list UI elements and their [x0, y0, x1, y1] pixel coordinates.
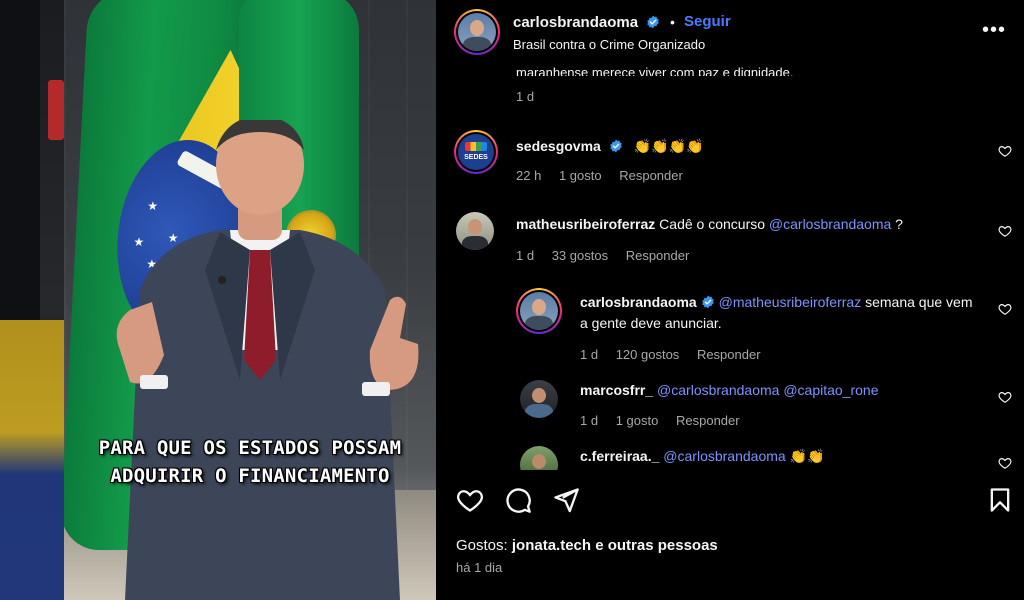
comment-item: matheusribeiroferraz Cadê o concurso @ca…: [436, 208, 1024, 268]
heart-icon[interactable]: [456, 486, 484, 514]
comment-time[interactable]: 1 d: [580, 413, 598, 428]
comment-meta: 1 d 120 gostos Responder: [580, 347, 775, 362]
comment-body: sedesgovma 👏👏👏👏: [516, 136, 703, 157]
post-location[interactable]: Brasil contra o Crime Organizado: [513, 37, 705, 52]
comment-like-icon[interactable]: [998, 390, 1012, 404]
likes-user[interactable]: jonata.tech: [512, 537, 591, 554]
send-icon[interactable]: [552, 486, 580, 514]
mention-link[interactable]: @matheusribeiroferraz: [719, 294, 862, 310]
comment-icon[interactable]: [504, 486, 532, 514]
post-time[interactable]: há 1 dia: [456, 560, 502, 575]
author-username[interactable]: carlosbrandaoma: [513, 14, 638, 31]
backdrop-red-shape: [48, 80, 64, 140]
caption-line-1: PARA QUE OS ESTADOS POSSAM: [98, 437, 402, 459]
reply-button[interactable]: Responder: [619, 168, 683, 183]
likes-summary[interactable]: Gostos: jonata.tech e outras pessoas: [456, 537, 718, 554]
more-options-icon[interactable]: •••: [982, 20, 1006, 40]
comment-meta: 1 d 1 gosto Responder: [580, 413, 754, 428]
comment-like-icon[interactable]: [998, 144, 1012, 158]
reply-item: c.ferreiraa._ @carlosbrandaoma 👏👏: [436, 444, 1024, 470]
comment-likes[interactable]: 120 gostos: [616, 347, 680, 362]
comment-meta: 22 h 1 gosto Responder: [516, 168, 697, 183]
comment-username[interactable]: marcosfrr_: [580, 382, 653, 398]
post-video[interactable]: ★ ★ ★ ★ ★: [64, 0, 436, 600]
post-header: carlosbrandaoma • Seguir Brasil contra o…: [436, 0, 1024, 64]
verified-badge-icon: [610, 139, 623, 153]
mention-link[interactable]: @capitao_rone: [783, 382, 878, 398]
comment-body: carlosbrandaoma @matheusribeiroferraz se…: [580, 292, 980, 334]
blurred-backdrop: [0, 0, 64, 600]
comment-likes[interactable]: 1 gosto: [616, 413, 659, 428]
comment-username[interactable]: carlosbrandaoma: [580, 294, 697, 310]
comment-time[interactable]: 1 d: [580, 347, 598, 362]
follow-button[interactable]: Seguir: [684, 13, 731, 30]
truncated-comment-time: 1 d: [516, 89, 535, 104]
likes-suffix[interactable]: e outras pessoas: [591, 537, 718, 554]
reply-button[interactable]: Responder: [697, 347, 761, 362]
comment-item: SEDES sedesgovma 👏👏👏👏 22 h 1 gosto Respo…: [436, 128, 1024, 188]
comment-body: matheusribeiroferraz Cadê o concurso @ca…: [516, 214, 996, 235]
speaker-figure: [100, 120, 420, 600]
comment-likes[interactable]: 1 gosto: [559, 168, 602, 183]
comment-meta: 1 d 33 gostos Responder: [516, 248, 703, 263]
comment-time[interactable]: 1 d: [516, 248, 534, 263]
caption-line-2: ADQUIRIR O FINANCIAMENTO: [110, 465, 390, 487]
comment-like-icon[interactable]: [998, 224, 1012, 238]
mention-link[interactable]: @carlosbrandaoma: [657, 382, 779, 398]
backdrop-dark-area: [0, 0, 40, 320]
mention-link[interactable]: @carlosbrandaoma: [769, 216, 891, 232]
reply-item: marcosfrr_ @carlosbrandaoma @capitao_ron…: [436, 378, 1024, 434]
commenter-avatar[interactable]: [520, 446, 558, 470]
backdrop-flag-strip: [0, 320, 64, 600]
speaker-illustration: [116, 120, 419, 600]
comment-likes[interactable]: 33 gostos: [552, 248, 608, 263]
truncated-comment: maranhense merece viver com paz e dignid…: [516, 62, 793, 76]
comment-like-icon[interactable]: [998, 302, 1012, 316]
comment-text: 👏👏👏👏: [633, 138, 704, 154]
comment-username[interactable]: c.ferreiraa._: [580, 448, 659, 464]
comment-text: Cadê o concurso: [659, 216, 769, 232]
comment-username[interactable]: matheusribeiroferraz: [516, 216, 655, 232]
mention-link[interactable]: @carlosbrandaoma: [663, 448, 785, 464]
likes-prefix: Gostos:: [456, 537, 512, 554]
author-username-row[interactable]: carlosbrandaoma: [513, 14, 660, 31]
comments-panel: carlosbrandaoma • Seguir Brasil contra o…: [436, 0, 1024, 600]
author-avatar[interactable]: [454, 9, 500, 55]
comment-body: marcosfrr_ @carlosbrandaoma @capitao_ron…: [580, 380, 1000, 401]
verified-badge-icon: [647, 15, 659, 29]
commenter-avatar[interactable]: SEDES: [454, 130, 498, 174]
comment-username[interactable]: sedesgovma: [516, 138, 601, 154]
verified-badge-icon: [701, 295, 714, 309]
reply-button[interactable]: Responder: [676, 413, 740, 428]
truncated-comment-text: maranhense merece viver com paz e dignid…: [516, 65, 794, 76]
post-actions: [436, 484, 1024, 516]
comment-text-tail: ?: [891, 216, 903, 232]
video-caption: PARA QUE OS ESTADOS POSSAM ADQUIRIR O FI…: [64, 434, 436, 490]
reply-item: carlosbrandaoma @matheusribeiroferraz se…: [436, 286, 1024, 366]
header-separator: •: [670, 14, 675, 30]
commenter-avatar[interactable]: [520, 380, 558, 418]
reply-button[interactable]: Responder: [626, 248, 690, 263]
comment-text: 👏👏: [785, 448, 825, 464]
comment-time[interactable]: 22 h: [516, 168, 541, 183]
commenter-avatar[interactable]: [456, 212, 494, 250]
comment-body: c.ferreiraa._ @carlosbrandaoma 👏👏: [580, 446, 1000, 467]
commenter-avatar[interactable]: [516, 288, 562, 334]
comment-like-icon[interactable]: [998, 456, 1012, 470]
bookmark-icon[interactable]: [986, 486, 1014, 514]
